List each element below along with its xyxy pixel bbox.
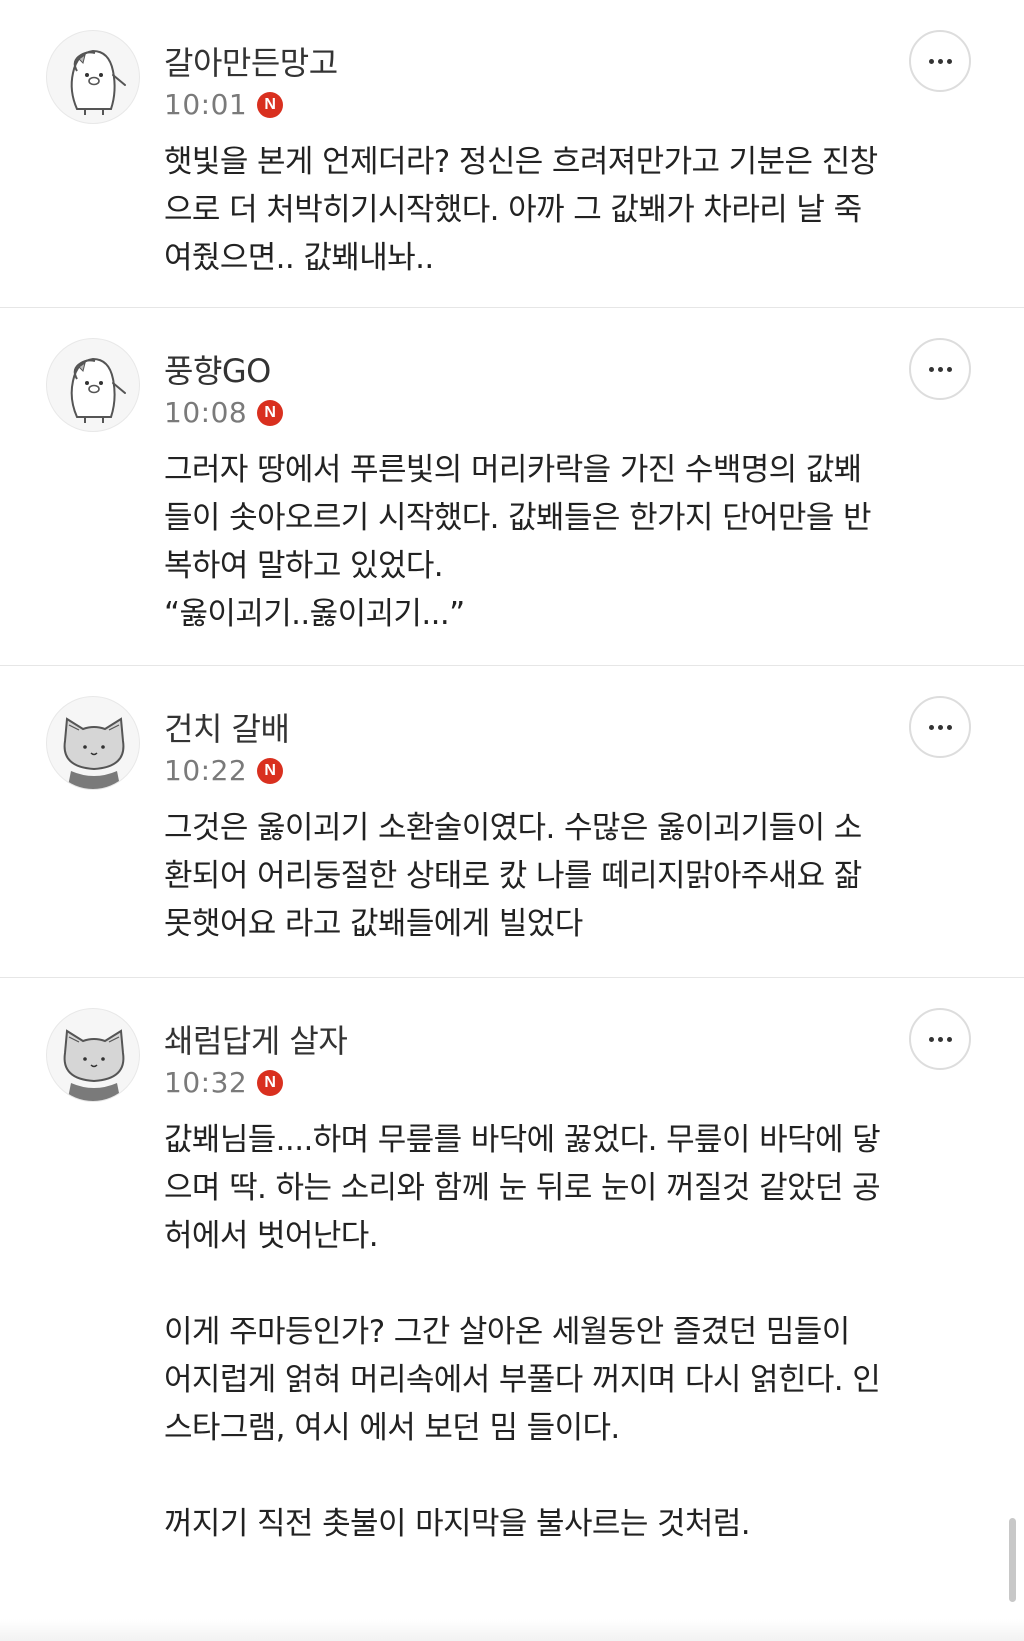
comment-time: 10:22 [164, 754, 248, 787]
more-dot-icon [946, 724, 952, 730]
comment-meta: 10:01 N [164, 88, 284, 121]
comment-text: 그것은 옳이괴기 소환술이였다. 수많은 옳이괴기들이 소 환되어 어리둥절한 … [164, 810, 862, 942]
comment-time: 10:08 [164, 396, 248, 429]
more-dot-icon [928, 1036, 934, 1042]
more-dot-icon [937, 724, 943, 730]
more-dot-icon [928, 58, 934, 64]
avatar[interactable] [46, 1008, 140, 1102]
comment-author[interactable]: 풍향GO [164, 346, 271, 392]
avatar[interactable] [46, 338, 140, 432]
more-options-button[interactable] [909, 338, 971, 400]
more-dot-icon [928, 724, 934, 730]
cat-avatar-icon [63, 717, 125, 789]
more-dot-icon [946, 366, 952, 372]
more-dot-icon [928, 366, 934, 372]
comment-item: 건치 갈배 10:22 N 그것은 옳이괴기 소환술이였다. 수많은 옳이괴기들… [0, 666, 1024, 978]
more-dot-icon [946, 1036, 952, 1042]
scrollbar-thumb[interactable] [1009, 1518, 1016, 1602]
more-options-button[interactable] [909, 1008, 971, 1070]
comment-text: 이게 주마등인가? 그간 살아온 세월동안 즐겼던 밈들이 어지럽게 얽혀 머리… [164, 1314, 881, 1446]
comment-text: 값봬님들....하며 무릎를 바닥에 꿇었다. 무릎이 바닥에 닿 으며 딱. … [164, 1122, 881, 1254]
comment-time: 10:32 [164, 1066, 248, 1099]
comment-meta: 10:22 N [164, 754, 284, 787]
comment-text: 그러자 땅에서 푸른빛의 머리카락을 가진 수백명의 값봬 들이 솟아오르기 시… [164, 452, 872, 632]
comment-author[interactable]: 건치 갈배 [164, 704, 290, 750]
comment-item: 풍향GO 10:08 N 그러자 땅에서 푸른빛의 머리카락을 가진 수백명의 … [0, 308, 1024, 666]
comment-item: 갈아만든망고 10:01 N 햇빛을 본게 언제더라? 정신은 흐려져만가고 기… [0, 0, 1024, 308]
comment-author[interactable]: 쇄럼답게 살자 [164, 1016, 348, 1062]
penguin-avatar-icon [70, 357, 126, 423]
more-dot-icon [937, 58, 943, 64]
comment-author[interactable]: 갈아만든망고 [164, 38, 338, 84]
more-options-button[interactable] [909, 30, 971, 92]
comment-list: 갈아만든망고 10:01 N 햇빛을 본게 언제더라? 정신은 흐려져만가고 기… [0, 0, 1024, 1641]
new-badge-icon: N [257, 757, 284, 784]
comment-body: 값봬님들....하며 무릎를 바닥에 꿇었다. 무릎이 바닥에 닿 으며 딱. … [164, 1116, 978, 1548]
bottom-fade [0, 1619, 1024, 1641]
comment-text: 꺼지기 직전 촛불이 마지막을 불사르는 것처럼. [164, 1506, 751, 1542]
comment-meta: 10:32 N [164, 1066, 284, 1099]
more-dot-icon [937, 1036, 943, 1042]
comment-meta: 10:08 N [164, 396, 284, 429]
new-badge-icon: N [257, 1069, 284, 1096]
avatar[interactable] [46, 696, 140, 790]
comment-item: 쇄럼답게 살자 10:32 N 값봬님들....하며 무릎를 바닥에 꿇었다. … [0, 978, 1024, 1641]
comment-body: 그것은 옳이괴기 소환술이였다. 수많은 옳이괴기들이 소 환되어 어리둥절한 … [164, 804, 978, 948]
more-dot-icon [946, 58, 952, 64]
cat-avatar-icon [63, 1029, 125, 1101]
comment-text: 햇빛을 본게 언제더라? 정신은 흐려져만가고 기분은 진창 으로 더 처박히기… [164, 144, 878, 276]
penguin-avatar-icon [70, 49, 126, 115]
new-badge-icon: N [257, 91, 284, 118]
comment-time: 10:01 [164, 88, 248, 121]
avatar[interactable] [46, 30, 140, 124]
more-dot-icon [937, 366, 943, 372]
more-options-button[interactable] [909, 696, 971, 758]
new-badge-icon: N [257, 399, 284, 426]
comment-body: 햇빛을 본게 언제더라? 정신은 흐려져만가고 기분은 진창 으로 더 처박히기… [164, 138, 978, 282]
comment-body: 그러자 땅에서 푸른빛의 머리카락을 가진 수백명의 값봬 들이 솟아오르기 시… [164, 446, 978, 638]
